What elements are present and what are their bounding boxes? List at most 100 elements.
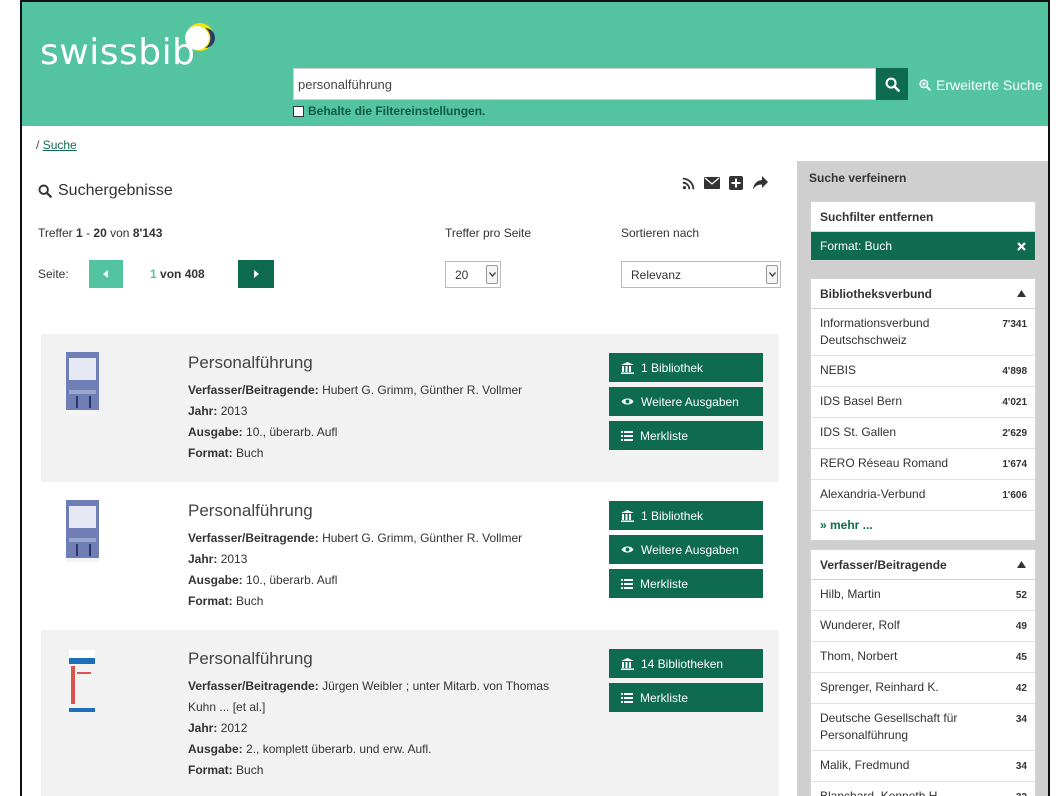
sort-select[interactable]: Relevanz — [621, 261, 781, 288]
facet-item[interactable]: Wunderer, Rolf 49 — [811, 611, 1035, 642]
result-meta: Verfasser/Beitragende: Jürgen Weibler ; … — [188, 676, 578, 781]
facet-label: RERO Réseau Romand — [820, 456, 949, 470]
facet-label: Blanchard, Kenneth H. — [820, 789, 941, 796]
edition-label: Ausgabe: — [188, 742, 243, 756]
breadcrumb-separator: / — [36, 138, 40, 152]
result-item: Personalführung Verfasser/Beitragende: H… — [41, 334, 779, 482]
hits-von: von — [110, 226, 130, 240]
author-value[interactable]: Hubert G. Grimm, Günther R. Vollmer — [322, 383, 522, 397]
advanced-search-label: Erweiterte Suche — [936, 77, 1043, 93]
libraries-button[interactable]: 14 Bibliotheken — [609, 649, 763, 678]
edition-value: 10., überarb. Aufl — [246, 425, 338, 439]
facet-item[interactable]: Alexandria-Verbund 1'606 — [811, 480, 1035, 511]
rss-icon[interactable] — [682, 177, 695, 190]
watchlist-label: Merkliste — [640, 576, 689, 591]
add-icon[interactable] — [729, 176, 743, 190]
current-page: 1 — [150, 267, 157, 281]
facet-item[interactable]: Hilb, Martin 52 — [811, 580, 1035, 611]
author-label: Verfasser/Beitragende: — [188, 383, 319, 397]
search-field[interactable] — [293, 68, 876, 100]
result-title[interactable]: Personalführung — [188, 501, 313, 521]
facet-count: 1'606 — [1002, 490, 1027, 501]
checkbox-box[interactable] — [293, 105, 304, 117]
format-label: Format: — [188, 446, 233, 460]
libraries-button[interactable]: 1 Bibliothek — [609, 353, 763, 382]
refine-sidebar: Suche verfeinern Suchfilter entfernen Fo… — [797, 161, 1048, 796]
year-value: 2013 — [220, 404, 248, 418]
authors-facet-title: Verfasser/Beitragende — [820, 557, 947, 572]
library-icon — [621, 361, 634, 374]
facet-label: IDS St. Gallen — [820, 425, 897, 439]
result-item: Personalführung Verfasser/Beitragende: H… — [41, 482, 779, 630]
format-label: Format: — [188, 763, 233, 777]
facet-count: 7'341 — [1002, 319, 1027, 330]
facet-more-link[interactable]: » mehr ... — [811, 511, 1035, 540]
keep-filters-checkbox[interactable]: Behalte die Filtereinstellungen. — [293, 104, 485, 118]
result-title[interactable]: Personalführung — [188, 353, 313, 373]
zoom-plus-icon — [919, 79, 931, 91]
search-icon — [885, 77, 900, 92]
facet-item[interactable]: Informationsverbund Deutschschweiz 7'341 — [811, 309, 1035, 356]
list-icon — [621, 430, 633, 441]
more-editions-label: Weitere Ausgaben — [641, 394, 739, 409]
hits-total: 8'143 — [132, 226, 163, 240]
authors-facet-header[interactable]: Verfasser/Beitragende — [811, 550, 1035, 580]
per-page-value: 20 — [455, 268, 469, 282]
watchlist-button[interactable]: Merkliste — [609, 421, 763, 450]
breadcrumb-link-suche[interactable]: Suche — [43, 138, 77, 152]
close-icon[interactable] — [1017, 241, 1026, 251]
verbund-facet-title: Bibliotheksverbund — [820, 286, 933, 301]
remove-filters-title: Suchfilter entfernen — [820, 209, 934, 224]
book-cover-thumbnail[interactable] — [66, 352, 99, 414]
page-total: von 408 — [160, 267, 205, 281]
library-icon — [621, 509, 634, 522]
more-editions-button[interactable]: Weitere Ausgaben — [609, 535, 763, 564]
advanced-search-link[interactable]: Erweiterte Suche — [919, 77, 1043, 93]
results-heading: Suchergebnisse — [38, 182, 173, 200]
facet-item[interactable]: Blanchard, Kenneth H. 32 — [811, 782, 1035, 796]
facet-item[interactable]: Deutsche Gesellschaft für Personalführun… — [811, 704, 1035, 751]
watchlist-button[interactable]: Merkliste — [609, 569, 763, 598]
result-title[interactable]: Personalführung — [188, 649, 313, 669]
facet-item[interactable]: Malik, Fredmund 34 — [811, 751, 1035, 782]
keep-filters-label: Behalte die Filtereinstellungen. — [308, 104, 486, 118]
facet-item[interactable]: Sprenger, Reinhard K. 42 — [811, 673, 1035, 704]
share-arrow-icon[interactable] — [752, 176, 768, 190]
breadcrumb: / Suche — [36, 138, 77, 152]
book-cover-thumbnail[interactable] — [66, 500, 99, 562]
active-filter-format[interactable]: Format: Buch — [811, 232, 1035, 260]
facet-item[interactable]: RERO Réseau Romand 1'674 — [811, 449, 1035, 480]
logo-mark-icon — [185, 23, 215, 51]
facet-item[interactable]: NEBIS 4'898 — [811, 356, 1035, 387]
format-value: Buch — [236, 446, 264, 460]
email-icon[interactable] — [704, 177, 720, 189]
watchlist-button[interactable]: Merkliste — [609, 683, 763, 712]
next-page-button[interactable] — [238, 260, 274, 288]
facet-item[interactable]: Thom, Norbert 45 — [811, 642, 1035, 673]
search-input[interactable] — [294, 69, 875, 99]
sort-label: Sortieren nach — [621, 226, 700, 240]
facet-item[interactable]: IDS St. Gallen 2'629 — [811, 418, 1035, 449]
results-title: Suchergebnisse — [58, 182, 173, 199]
prev-page-button[interactable] — [89, 260, 123, 288]
author-label: Verfasser/Beitragende: — [188, 679, 319, 693]
more-editions-button[interactable]: Weitere Ausgaben — [609, 387, 763, 416]
facet-item[interactable]: IDS Basel Bern 4'021 — [811, 387, 1035, 418]
facet-count: 4'021 — [1002, 397, 1027, 408]
facet-count: 45 — [1015, 652, 1027, 663]
year-value: 2012 — [220, 721, 248, 735]
swissbib-logo[interactable]: swissbib — [40, 32, 195, 73]
year-value: 2013 — [220, 552, 248, 566]
author-value[interactable]: Hubert G. Grimm, Günther R. Vollmer — [322, 531, 522, 545]
libraries-button[interactable]: 1 Bibliothek — [609, 501, 763, 530]
per-page-select[interactable]: 20 — [445, 261, 501, 288]
search-button[interactable] — [876, 68, 908, 100]
hits-prefix: Treffer — [38, 226, 73, 240]
facet-label: IDS Basel Bern — [820, 394, 903, 408]
verbund-facet-header[interactable]: Bibliotheksverbund — [811, 279, 1035, 309]
remove-filters-panel: Suchfilter entfernen Format: Buch — [810, 201, 1036, 261]
facet-count: 1'674 — [1002, 459, 1027, 470]
facet-label: Sprenger, Reinhard K. — [820, 680, 939, 694]
result-meta: Verfasser/Beitragende: Hubert G. Grimm, … — [188, 380, 578, 464]
book-cover-thumbnail[interactable] — [69, 650, 95, 712]
